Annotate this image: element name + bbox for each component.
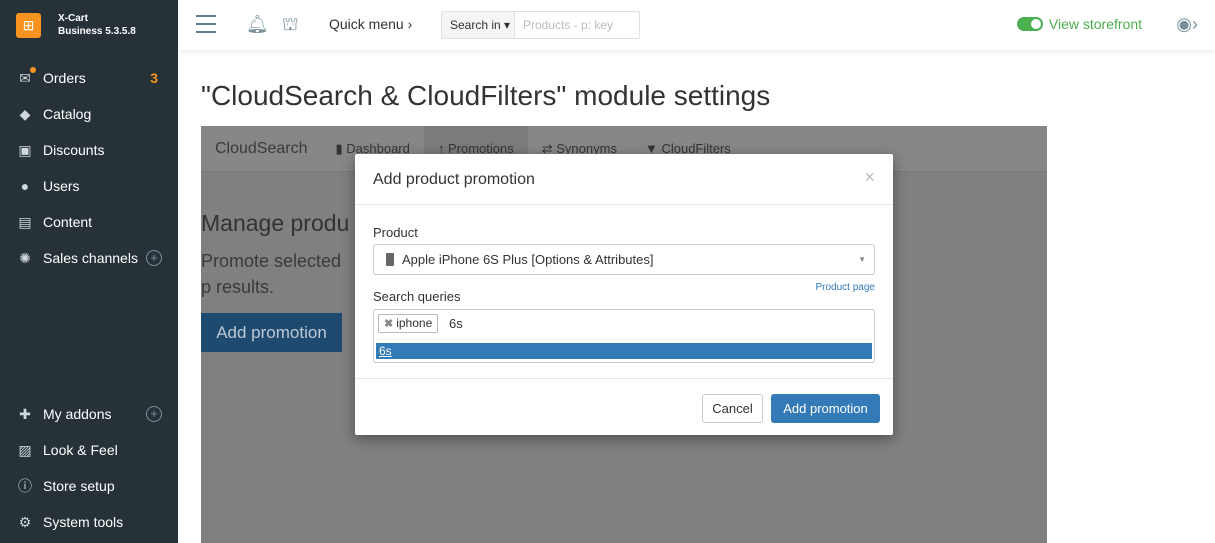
sidebar-item-label: My addons [43, 406, 112, 422]
sidebar-item-orders[interactable]: ✉ Orders 3 [0, 60, 178, 96]
search-queries-label: Search queries [373, 289, 461, 304]
sidebar-item-discounts[interactable]: ▣ Discounts [0, 132, 178, 168]
bell-icon[interactable]: 🔔︎ [246, 14, 269, 35]
content-icon: ▤ [18, 213, 32, 230]
page-title: "CloudSearch & CloudFilters" module sett… [201, 80, 771, 111]
sidebar-item-label: Look & Feel [43, 442, 118, 458]
orders-badge: 3 [150, 70, 158, 86]
view-storefront-label: View storefront [1048, 16, 1142, 32]
submit-promotion-button[interactable]: Add promotion [771, 394, 880, 423]
orders-icon: ✉ [16, 66, 36, 87]
product-select[interactable]: Apple iPhone 6S Plus [Options & Attribut… [373, 244, 875, 275]
add-promotion-modal: Add product promotion × Product Apple iPh… [355, 154, 893, 435]
section-description: Promote selected p results. [201, 251, 342, 297]
sidebar-item-label: Content [43, 214, 93, 230]
sidebar-item-users[interactable]: ● Users [0, 168, 178, 204]
sidebar-item-label: Orders [43, 70, 86, 86]
add-promotion-button[interactable]: Add promotion [201, 313, 342, 352]
sidebar-item-label: Catalog [43, 106, 92, 122]
product-page-link[interactable]: Product page [816, 282, 876, 293]
brand-edition: Business 5.3.5.8 [58, 26, 136, 37]
tag-icon: ◆ [19, 105, 31, 122]
cancel-button[interactable]: Cancel [702, 394, 763, 423]
sidebar-item-catalog[interactable]: ◆ Catalog [0, 96, 178, 132]
brand-name: X-Cart [58, 13, 89, 24]
sidebar-item-label: Users [43, 178, 80, 194]
puzzle-icon: ✚ [19, 405, 31, 422]
search-in-select[interactable]: Search in ▾ [442, 12, 515, 38]
query-tag: ✖ iphone [378, 314, 439, 333]
quick-menu[interactable]: Quick menu › [329, 16, 412, 32]
search-queries-input[interactable]: ✖ iphone 6s 6s [373, 309, 875, 363]
sidebar-item-system-tools[interactable]: ⚙ System tools [0, 504, 178, 540]
sidebar-item-label: Store setup [43, 478, 115, 494]
sidebar-item-content[interactable]: ▤ Content [0, 204, 178, 240]
sidebar-item-my-addons[interactable]: ✚ My addons + [0, 396, 178, 432]
toggle-icon [1016, 17, 1043, 31]
remove-tag-icon[interactable]: ✖ [384, 318, 393, 330]
gift-icon: ▣ [18, 141, 32, 158]
network-icon: ✺ [19, 249, 31, 266]
chevron-down-icon: ▼ [858, 255, 866, 264]
sidebar-item-sales-channels[interactable]: ✺ Sales channels + [0, 240, 178, 276]
sidebar: ⊞ X-Cart Business 5.3.5.8 ✉ Orders 3 ◆ Catal… [0, 0, 178, 543]
modal-title: Add product promotion [373, 171, 535, 188]
tab-cloudsearch[interactable]: CloudSearch [201, 126, 322, 172]
search-box: Search in ▾ Products - p: key [441, 11, 640, 39]
gear-icon: ⚙ [18, 513, 32, 530]
suggestion-option[interactable]: 6s [376, 343, 872, 359]
users-icon: ● [20, 178, 30, 194]
brand[interactable]: ⊞ X-Cart Business 5.3.5.8 [0, 0, 178, 50]
sidebar-item-label: Discounts [43, 142, 105, 158]
typed-query[interactable]: 6s [449, 316, 463, 331]
sidebar-item-label: System tools [43, 514, 124, 530]
add-icon[interactable]: + [146, 250, 162, 266]
product-thumbnail-icon [386, 253, 394, 266]
sidebar-item-label: Sales channels [43, 250, 138, 266]
sidebar-item-store-setup[interactable]: ⓘ Store setup [0, 468, 178, 504]
top-header: 🔔︎ ⛫ Quick menu › Search in ▾ Products -… [178, 0, 1215, 50]
search-input[interactable]: Products - p: key [515, 12, 613, 38]
view-storefront-toggle[interactable]: View storefront [1016, 16, 1142, 32]
add-icon[interactable]: + [146, 406, 162, 422]
info-icon: ⓘ [18, 478, 32, 494]
xcart-logo-icon: ⊞ [16, 12, 41, 38]
close-icon[interactable]: × [864, 167, 875, 188]
sidebar-item-look-feel[interactable]: ▨ Look & Feel [0, 432, 178, 468]
marketplace-icon[interactable]: ⛫ [282, 14, 299, 38]
product-label: Product [373, 225, 418, 240]
image-icon: ▨ [18, 441, 32, 458]
section-heading: Manage produ [201, 210, 350, 236]
user-icon[interactable]: ◉› [1176, 14, 1198, 35]
menu-icon[interactable] [196, 15, 216, 33]
